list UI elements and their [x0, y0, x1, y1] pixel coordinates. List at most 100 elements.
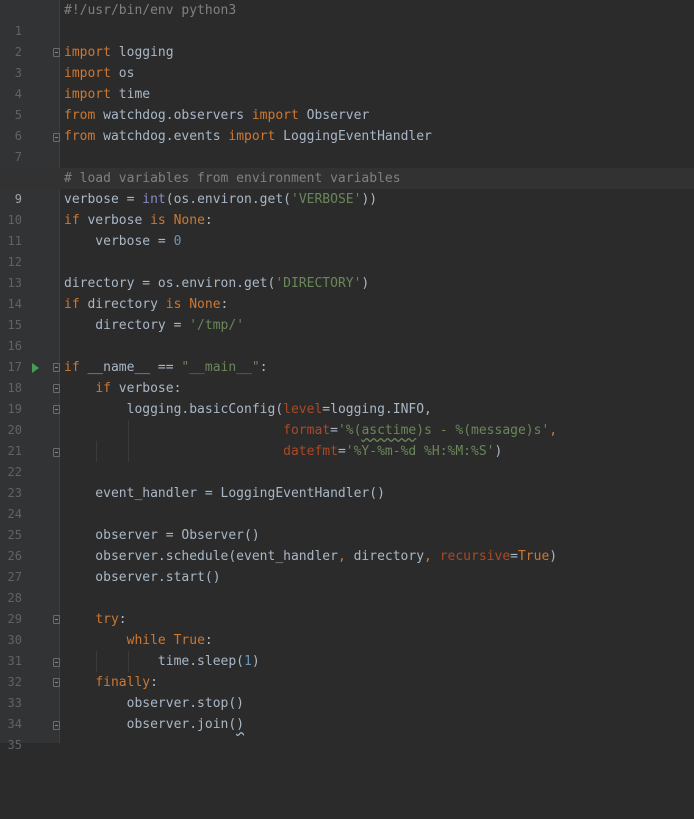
- code-line[interactable]: 34 observer.stop(): [0, 693, 694, 731]
- code-token: directory: [79, 297, 166, 312]
- code-token: verbose =: [64, 234, 174, 249]
- keyword-token: import: [251, 108, 299, 123]
- code-line[interactable]: 5 import time: [0, 84, 694, 122]
- code-editor[interactable]: 1 #!/usr/bin/env python3 2 3 import logg…: [0, 0, 694, 752]
- code-line[interactable]: 15 if directory is None:: [0, 294, 694, 332]
- comment-token: # load variables from environment variab…: [64, 171, 401, 186]
- line-content: event_handler = LoggingEventHandler(): [64, 483, 385, 504]
- code-token: =: [330, 423, 338, 438]
- line-content: directory = '/tmp/': [64, 315, 244, 336]
- line-content: import logging: [64, 42, 174, 63]
- code-line[interactable]: 16 directory = '/tmp/': [0, 315, 694, 353]
- code-line[interactable]: 13: [0, 252, 694, 290]
- code-line[interactable]: 10 verbose = int(os.environ.get('VERBOSE…: [0, 189, 694, 227]
- line-content: while True:: [64, 630, 213, 651]
- run-gutter-icon[interactable]: [32, 363, 39, 373]
- keyword-token: from: [64, 129, 96, 144]
- code-line[interactable]: 23: [0, 462, 694, 500]
- code-token: Observer: [298, 108, 370, 123]
- line-content: observer.start(): [64, 567, 220, 588]
- code-token: logging.basicConfig(: [64, 402, 284, 417]
- typo-squiggle-token: asctime: [361, 423, 417, 438]
- code-token: =: [337, 444, 346, 459]
- line-content: import os: [64, 63, 134, 84]
- code-token: (os.environ.get(: [165, 192, 291, 207]
- code-token: :: [220, 297, 229, 312]
- code-line[interactable]: 30 try:: [0, 609, 694, 647]
- code-line[interactable]: 7 from watchdog.events import LoggingEve…: [0, 126, 694, 164]
- code-line[interactable]: 33 finally:: [0, 672, 694, 710]
- parameter-token: format: [283, 423, 331, 438]
- fold-collapse-icon[interactable]: [53, 384, 60, 393]
- code-line[interactable]: 3 import logging: [0, 42, 694, 80]
- code-token: verbose: [79, 213, 151, 228]
- code-line[interactable]: 2: [0, 21, 694, 59]
- keyword-token: is: [150, 213, 166, 228]
- keyword-token: finally: [95, 675, 151, 690]
- line-content: if directory is None:: [64, 294, 228, 315]
- code-line[interactable]: 31 while True:: [0, 630, 694, 668]
- shebang-comment: #!/usr/bin/env python3: [64, 3, 237, 18]
- punctuation-token: ,: [337, 549, 346, 564]
- code-line[interactable]: 8: [0, 147, 694, 185]
- code-token: directory = os.environ.get(: [64, 276, 276, 291]
- line-content: observer.stop(): [64, 693, 244, 714]
- code-line[interactable]: 35 observer.join(): [0, 714, 694, 752]
- code-line[interactable]: 29: [0, 588, 694, 626]
- code-line[interactable]: 26 observer = Observer(): [0, 525, 694, 563]
- code-token: ): [549, 549, 558, 564]
- number-token: 0: [173, 234, 182, 249]
- punctuation-token: ,: [424, 549, 432, 564]
- code-token: time.sleep(: [64, 654, 245, 669]
- code-line[interactable]: 4 import os: [0, 63, 694, 101]
- fold-end-icon[interactable]: [53, 721, 60, 730]
- code-line[interactable]: 19 if verbose:: [0, 378, 694, 416]
- code-line[interactable]: 1 #!/usr/bin/env python3: [0, 0, 694, 38]
- keyword-token: import: [64, 87, 111, 102]
- code-line[interactable]: 18 if __name__ == "__main__":: [0, 357, 694, 395]
- fold-collapse-icon[interactable]: [53, 48, 60, 57]
- current-code-line[interactable]: 9 # load variables from environment vari…: [0, 168, 694, 206]
- code-line[interactable]: 24 event_handler = LoggingEventHandler(): [0, 483, 694, 521]
- string-token: '/tmp/': [189, 318, 245, 333]
- code-line[interactable]: 17: [0, 336, 694, 374]
- code-line[interactable]: 21 format='%(asctime)s - %(message)s',: [0, 420, 694, 458]
- code-token: :: [204, 213, 213, 228]
- fold-end-icon[interactable]: [53, 133, 60, 142]
- string-token: )s - %(message)s': [416, 423, 550, 438]
- line-content: if verbose is None:: [64, 210, 213, 231]
- fold-end-icon[interactable]: [53, 448, 60, 457]
- string-token: "__main__": [181, 360, 260, 375]
- code-line[interactable]: 12 verbose = 0: [0, 231, 694, 269]
- line-content: directory = os.environ.get('DIRECTORY'): [64, 273, 369, 294]
- code-line[interactable]: 20 logging.basicConfig(level=logging.INF…: [0, 399, 694, 437]
- fold-collapse-icon[interactable]: [53, 405, 60, 414]
- code-line[interactable]: 25: [0, 504, 694, 542]
- code-line[interactable]: 22 datefmt='%Y-%m-%d %H:%M:%S'): [0, 441, 694, 479]
- code-token: :: [150, 675, 158, 690]
- fold-collapse-icon[interactable]: [53, 363, 60, 372]
- code-line[interactable]: 6 from watchdog.observers import Observe…: [0, 105, 694, 143]
- code-line[interactable]: 27 observer.schedule(event_handler, dire…: [0, 546, 694, 584]
- keyword-token: from: [64, 108, 96, 123]
- keyword-token: if: [95, 381, 111, 396]
- code-line[interactable]: 14 directory = os.environ.get('DIRECTORY…: [0, 273, 694, 311]
- code-token: observer.stop(): [64, 696, 245, 711]
- code-line[interactable]: 28 observer.start(): [0, 567, 694, 605]
- code-token: )): [361, 192, 378, 207]
- code-token: verbose:: [110, 381, 182, 396]
- line-content: verbose = int(os.environ.get('VERBOSE')): [64, 189, 377, 210]
- keyword-token: True: [173, 633, 205, 648]
- fold-collapse-icon[interactable]: [53, 678, 60, 687]
- line-content: logging.basicConfig(level=logging.INFO,: [64, 399, 432, 420]
- fold-end-icon[interactable]: [53, 658, 60, 667]
- code-token: ): [494, 444, 503, 459]
- code-line[interactable]: 11 if verbose is None:: [0, 210, 694, 248]
- code-line[interactable]: 32 time.sleep(1): [0, 651, 694, 689]
- keyword-token: True: [517, 549, 550, 564]
- fold-collapse-icon[interactable]: [53, 615, 60, 624]
- line-content: import time: [64, 84, 150, 105]
